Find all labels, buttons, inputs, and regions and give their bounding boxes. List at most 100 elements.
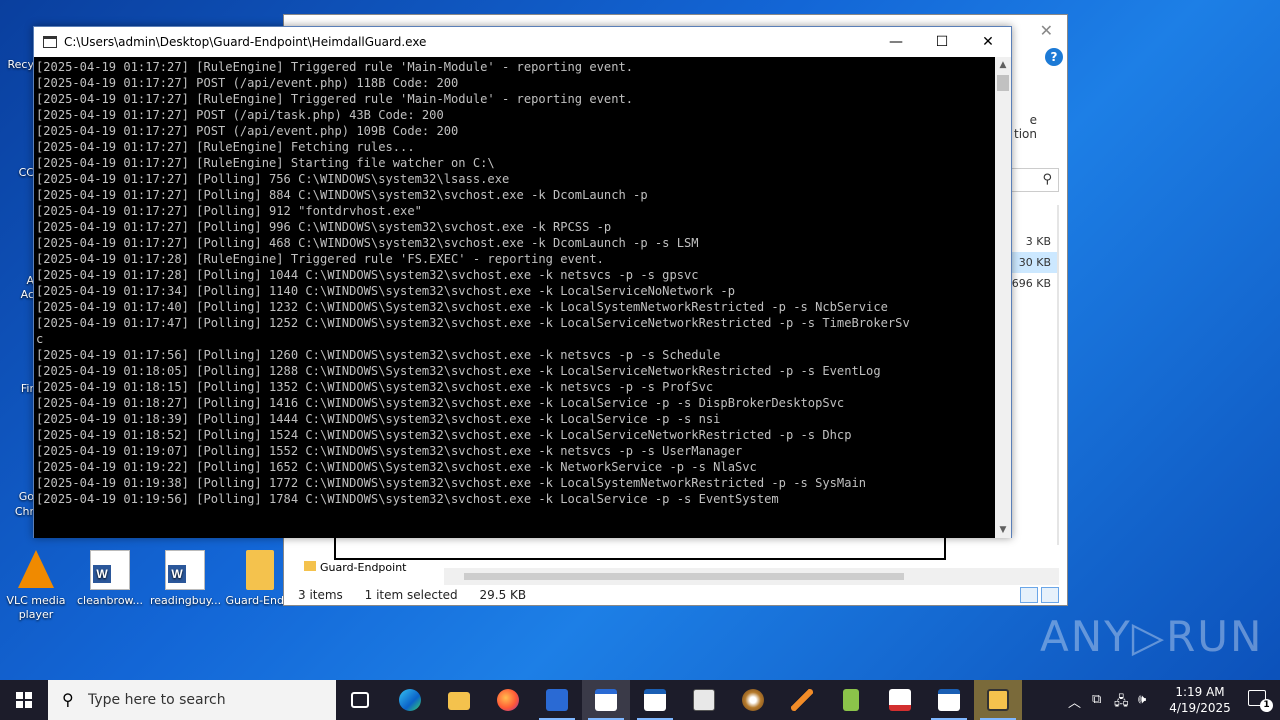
console-output[interactable]: [2025-04-19 01:17:27] [RuleEngine] Trigg… xyxy=(34,57,996,538)
network-icon[interactable]: 🖧 xyxy=(1114,692,1129,714)
file-size: 3 KB xyxy=(1025,235,1051,248)
volume-icon[interactable]: 🕪 xyxy=(1138,692,1146,707)
taskbar-app-red[interactable] xyxy=(876,680,924,720)
desktop-icon-partial-label[interactable]: A xyxy=(0,274,34,287)
word-document-icon xyxy=(165,550,205,590)
minimize-button[interactable]: — xyxy=(873,27,919,57)
desktop-icon-label: readingbuy... xyxy=(150,594,222,607)
console-line: [2025-04-19 01:17:40] [Polling] 1232 C:\… xyxy=(36,300,888,314)
search-input[interactable] xyxy=(88,690,318,710)
taskbar-app-folder-active[interactable] xyxy=(974,680,1022,720)
console-line: [2025-04-19 01:17:34] [Polling] 1140 C:\… xyxy=(36,284,735,298)
taskbar-explorer-window[interactable] xyxy=(631,680,679,720)
desktop-icon-vlc[interactable]: VLC media player xyxy=(1,550,71,622)
help-icon[interactable]: ? xyxy=(1045,48,1063,66)
desktop-icon-chrome-label[interactable]: Go xyxy=(0,490,34,503)
console-line: [2025-04-19 01:18:15] [Polling] 1352 C:\… xyxy=(36,380,714,394)
edge-icon xyxy=(399,689,421,711)
nav-item-guard-endpoint[interactable]: Guard-Endpoint xyxy=(303,561,406,574)
explorer-close-icon[interactable]: ✕ xyxy=(1040,21,1053,40)
view-buttons xyxy=(1017,587,1059,607)
console-line: [2025-04-19 01:17:27] [Polling] 996 C:\W… xyxy=(36,220,612,234)
console-line: [2025-04-19 01:19:56] [Polling] 1784 C:\… xyxy=(36,492,779,506)
taskbar-app-window[interactable] xyxy=(925,680,973,720)
notepad-green-icon xyxy=(843,689,859,711)
start-button[interactable] xyxy=(0,680,48,720)
console-line: c xyxy=(36,332,44,346)
show-hidden-icons-chevron-icon[interactable]: ︿ xyxy=(1068,692,1081,711)
anyrun-watermark: ANY▷RUN xyxy=(1040,612,1264,661)
system-tray: ︿ ⧉ 🖧 🕪 1:19 AM 4/19/2025 1 xyxy=(1060,680,1280,720)
word-document-icon xyxy=(90,550,130,590)
taskbar-firefox[interactable] xyxy=(484,680,532,720)
console-window[interactable]: C:\Users\admin\Desktop\Guard-Endpoint\He… xyxy=(33,26,1012,538)
network-adapter-icon[interactable]: ⧉ xyxy=(1092,692,1101,707)
console-app-icon xyxy=(43,36,57,48)
dialog-frame xyxy=(334,538,946,560)
console-line: [2025-04-19 01:18:27] [Polling] 1416 C:\… xyxy=(36,396,845,410)
pen-icon xyxy=(791,689,813,711)
scroll-thumb[interactable] xyxy=(464,573,904,580)
circle-app-icon xyxy=(742,689,764,711)
task-view-button[interactable] xyxy=(336,680,384,720)
taskbar-app-circle[interactable] xyxy=(729,680,777,720)
notification-count: 1 xyxy=(1260,699,1273,712)
explorer-search-box[interactable]: ⚲ xyxy=(1009,168,1059,192)
vlc-icon xyxy=(18,550,54,588)
taskbar-far-manager[interactable] xyxy=(680,680,728,720)
desktop-icon-partial-label[interactable]: Ac xyxy=(0,288,34,301)
console-titlebar[interactable]: C:\Users\admin\Desktop\Guard-Endpoint\He… xyxy=(34,27,1011,57)
console-scrollbar[interactable]: ▲ ▼ xyxy=(995,57,1011,538)
file-size-column: 3 KB 30 KB 696 KB xyxy=(1009,231,1057,294)
taskbar-app-pen[interactable] xyxy=(778,680,826,720)
taskbar-file-explorer[interactable] xyxy=(435,680,483,720)
console-line: [2025-04-19 01:17:56] [Polling] 1260 C:\… xyxy=(36,348,721,362)
console-line: [2025-04-19 01:19:22] [Polling] 1652 C:\… xyxy=(36,460,757,474)
console-line: [2025-04-19 01:17:27] [Polling] 884 C:\W… xyxy=(36,188,648,202)
desktop-icon-firefox-label[interactable]: Fir xyxy=(0,382,34,395)
console-line: [2025-04-19 01:17:27] [RuleEngine] Trigg… xyxy=(36,92,634,106)
large-icons-view-icon[interactable] xyxy=(1041,587,1059,603)
scroll-up-icon[interactable]: ▲ xyxy=(995,57,1011,73)
console-line: [2025-04-19 01:18:52] [Polling] 1524 C:\… xyxy=(36,428,852,442)
folder-icon xyxy=(246,550,274,590)
taskbar-app-green[interactable] xyxy=(827,680,875,720)
close-button[interactable]: ✕ xyxy=(965,27,1011,57)
desktop-icon-cleanbrowser[interactable]: cleanbrow... xyxy=(75,550,145,608)
scroll-thumb[interactable] xyxy=(997,75,1009,91)
taskbar-edge[interactable] xyxy=(386,680,434,720)
app-icon xyxy=(546,689,568,711)
scroll-down-icon[interactable]: ▼ xyxy=(995,522,1011,538)
search-icon: ⚲ xyxy=(1042,172,1052,187)
ribbon-fragment: e tion xyxy=(1014,113,1037,141)
folder-icon xyxy=(448,692,470,710)
explorer-horizontal-scrollbar[interactable] xyxy=(444,568,1059,585)
console-line: [2025-04-19 01:17:28] [Polling] 1044 C:\… xyxy=(36,268,699,282)
notification-icon[interactable]: 1 xyxy=(1248,690,1273,712)
console-window-icon xyxy=(595,689,617,711)
windows-logo-icon xyxy=(16,692,32,708)
desktop-icon-recycle-bin-label[interactable]: Recy xyxy=(0,58,34,71)
taskbar-app-blue[interactable] xyxy=(533,680,581,720)
maximize-button[interactable]: ☐ xyxy=(919,27,965,57)
explorer-statusbar: 3 items 1 item selected 29.5 KB xyxy=(298,588,544,602)
status-size: 29.5 KB xyxy=(479,588,527,602)
console-line: [2025-04-19 01:17:27] [RuleEngine] Start… xyxy=(36,156,495,170)
clock[interactable]: 1:19 AM 4/19/2025 xyxy=(1165,684,1235,716)
desktop-icon-partial-label[interactable]: CC xyxy=(0,166,34,179)
details-view-icon[interactable] xyxy=(1020,587,1038,603)
desktop-icon-label: VLC media player xyxy=(6,594,66,621)
archive-icon xyxy=(987,689,1009,711)
desktop-icon-chrome-label2[interactable]: Chr xyxy=(0,505,34,518)
clock-date: 4/19/2025 xyxy=(1169,701,1231,715)
desktop-icon-readingbuy[interactable]: readingbuy... xyxy=(150,550,222,608)
console-line: [2025-04-19 01:17:27] [Polling] 756 C:\W… xyxy=(36,172,510,186)
taskbar-search[interactable]: ⚲ xyxy=(48,680,336,720)
console-line: [2025-04-19 01:19:38] [Polling] 1772 C:\… xyxy=(36,476,867,490)
explorer-scrollbar[interactable] xyxy=(1057,205,1059,545)
window-icon xyxy=(938,689,960,711)
console-line: [2025-04-19 01:17:27] [Polling] 468 C:\W… xyxy=(36,236,699,250)
console-line: [2025-04-19 01:18:39] [Polling] 1444 C:\… xyxy=(36,412,721,426)
taskbar-console[interactable] xyxy=(582,680,630,720)
console-lines: [2025-04-19 01:17:27] [RuleEngine] Trigg… xyxy=(34,57,996,507)
